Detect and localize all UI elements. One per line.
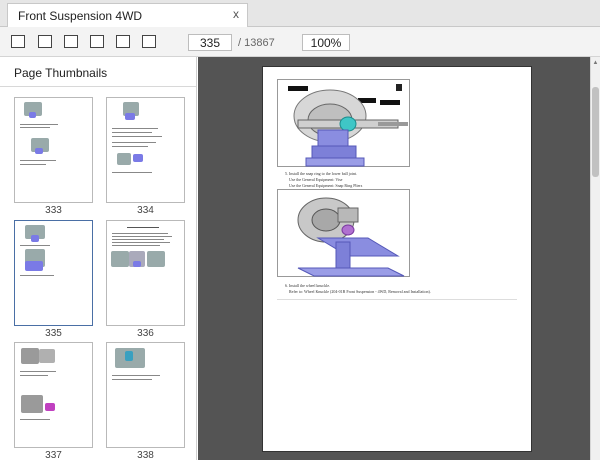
sidebar-title: Page Thumbnails (0, 57, 196, 87)
thumbnail-page-338[interactable] (106, 342, 185, 448)
zoom-input[interactable] (302, 34, 350, 51)
thumbnail-page-335[interactable] (14, 220, 93, 326)
page-number-input[interactable] (188, 34, 232, 51)
document-page: 5. Install the snap ring to the lower ba… (262, 66, 532, 452)
document-tab[interactable]: Front Suspension 4WD x (7, 3, 248, 27)
close-icon[interactable]: x (233, 7, 239, 21)
step-6-title: 6. Install the wheel knuckle. (285, 283, 331, 288)
thumbnail-label-338: 338 (137, 450, 154, 460)
last-page-button[interactable] (116, 35, 130, 48)
thumbnail-page-333[interactable] (14, 97, 93, 203)
next-page-button[interactable] (90, 35, 104, 48)
document-viewer[interactable]: 5. Install the snap ring to the lower ba… (198, 57, 590, 460)
tab-bar: Front Suspension 4WD x (0, 0, 600, 27)
toolbar: / 13867 (0, 27, 600, 57)
thumbnail-label-333: 333 (45, 205, 62, 216)
scroll-up-icon[interactable]: ▲ (592, 59, 599, 67)
thumbnail-label-336: 336 (137, 328, 154, 339)
thumbnail-label-337: 337 (45, 450, 62, 460)
first-page-button[interactable] (38, 35, 52, 48)
previous-page-button[interactable] (64, 35, 78, 48)
fullscreen-button[interactable] (142, 35, 156, 48)
tab-title: Front Suspension 4WD (18, 9, 143, 23)
thumbnail-page-337[interactable] (14, 342, 93, 448)
thumbnail-sidebar: Page Thumbnails 333 334 335 336 337 338 (0, 57, 197, 460)
page-divider (277, 299, 517, 300)
step-5-line-1: Use the General Equipment: Vise (289, 177, 343, 182)
illustration-wheel-knuckle (277, 189, 410, 277)
thumbnail-label-334: 334 (137, 205, 154, 216)
illustration-snap-ring (277, 79, 410, 167)
thumbnail-page-336[interactable] (106, 220, 185, 326)
thumbnail-page-334[interactable] (106, 97, 185, 203)
viewer-scrollbar[interactable]: ▲ (590, 57, 600, 460)
page-total-label: / 13867 (238, 37, 275, 49)
step-5-line-2: Use the General Equipment: Snap Ring Pli… (289, 183, 363, 188)
step-5-title: 5. Install the snap ring to the lower ba… (285, 171, 358, 176)
step-6-line-1: Refer to: Wheel Knuckle (204-01B Front S… (289, 289, 431, 294)
sidebar-toggle-button[interactable] (11, 35, 25, 48)
scroll-thumb[interactable] (592, 87, 599, 177)
thumbnail-label-335: 335 (45, 328, 62, 339)
